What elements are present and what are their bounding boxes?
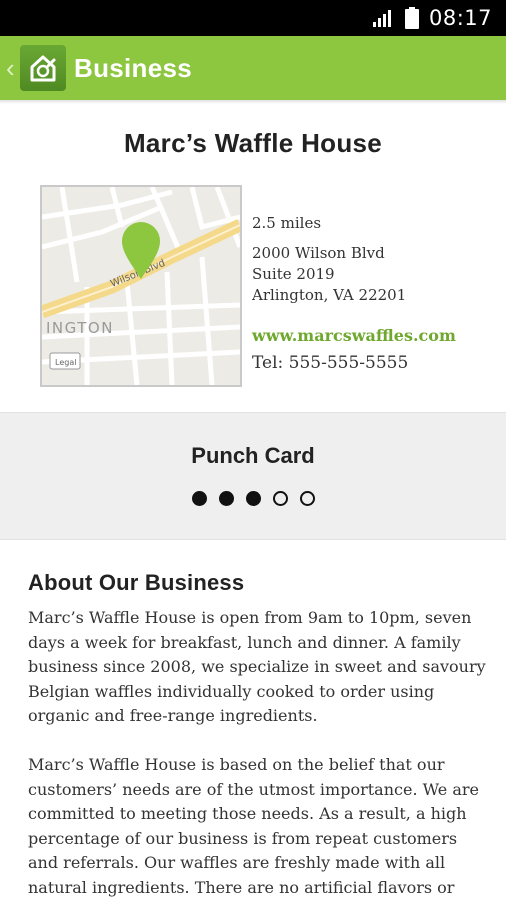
punch-dot-empty <box>272 491 288 506</box>
website-link[interactable]: www.marcswaffles.com <box>252 326 456 345</box>
punch-card-title: Punch Card <box>191 443 315 468</box>
distance-text: 2.5 miles <box>252 214 322 232</box>
punch-dot-filled <box>245 491 261 506</box>
app-bar: ‹ Business <box>0 36 506 100</box>
chevron-left-icon[interactable]: ‹ <box>6 55 16 81</box>
punch-dot-filled <box>218 491 234 506</box>
punch-dot-empty <box>299 491 315 506</box>
address-line-1: 2000 Wilson Blvd <box>252 244 385 262</box>
about-section: About Our Business Marc’s Waffle House i… <box>28 570 488 900</box>
page-title: Business <box>74 52 193 83</box>
punch-card-section: Punch Card <box>0 412 506 540</box>
status-time: 08:17 <box>428 6 492 30</box>
map-thumbnail[interactable]: Wilson Blvd INGTON Legal <box>40 185 242 387</box>
address-line-2: Suite 2019 <box>252 265 335 283</box>
about-title: About Our Business <box>28 570 245 595</box>
punch-card-dots <box>0 491 506 506</box>
about-paragraph-1: Marc’s Waffle House is open from 9am to … <box>28 608 486 726</box>
signal-icon <box>372 9 395 27</box>
map-legal-label: Legal <box>55 358 76 367</box>
phone-link[interactable]: Tel: 555-555-5555 <box>252 353 408 373</box>
status-bar: 08:17 <box>0 0 506 36</box>
address-line-3: Arlington, VA 22201 <box>252 286 407 304</box>
about-paragraph-2: Marc’s Waffle House is based on the beli… <box>28 754 479 897</box>
app-bar-shadow <box>0 100 506 104</box>
house-logo-icon[interactable] <box>20 45 66 91</box>
punch-dot-filled <box>191 491 207 506</box>
business-name: Marc’s Waffle House <box>123 128 383 158</box>
battery-icon <box>404 7 419 29</box>
map-area-label: INGTON <box>46 319 114 337</box>
